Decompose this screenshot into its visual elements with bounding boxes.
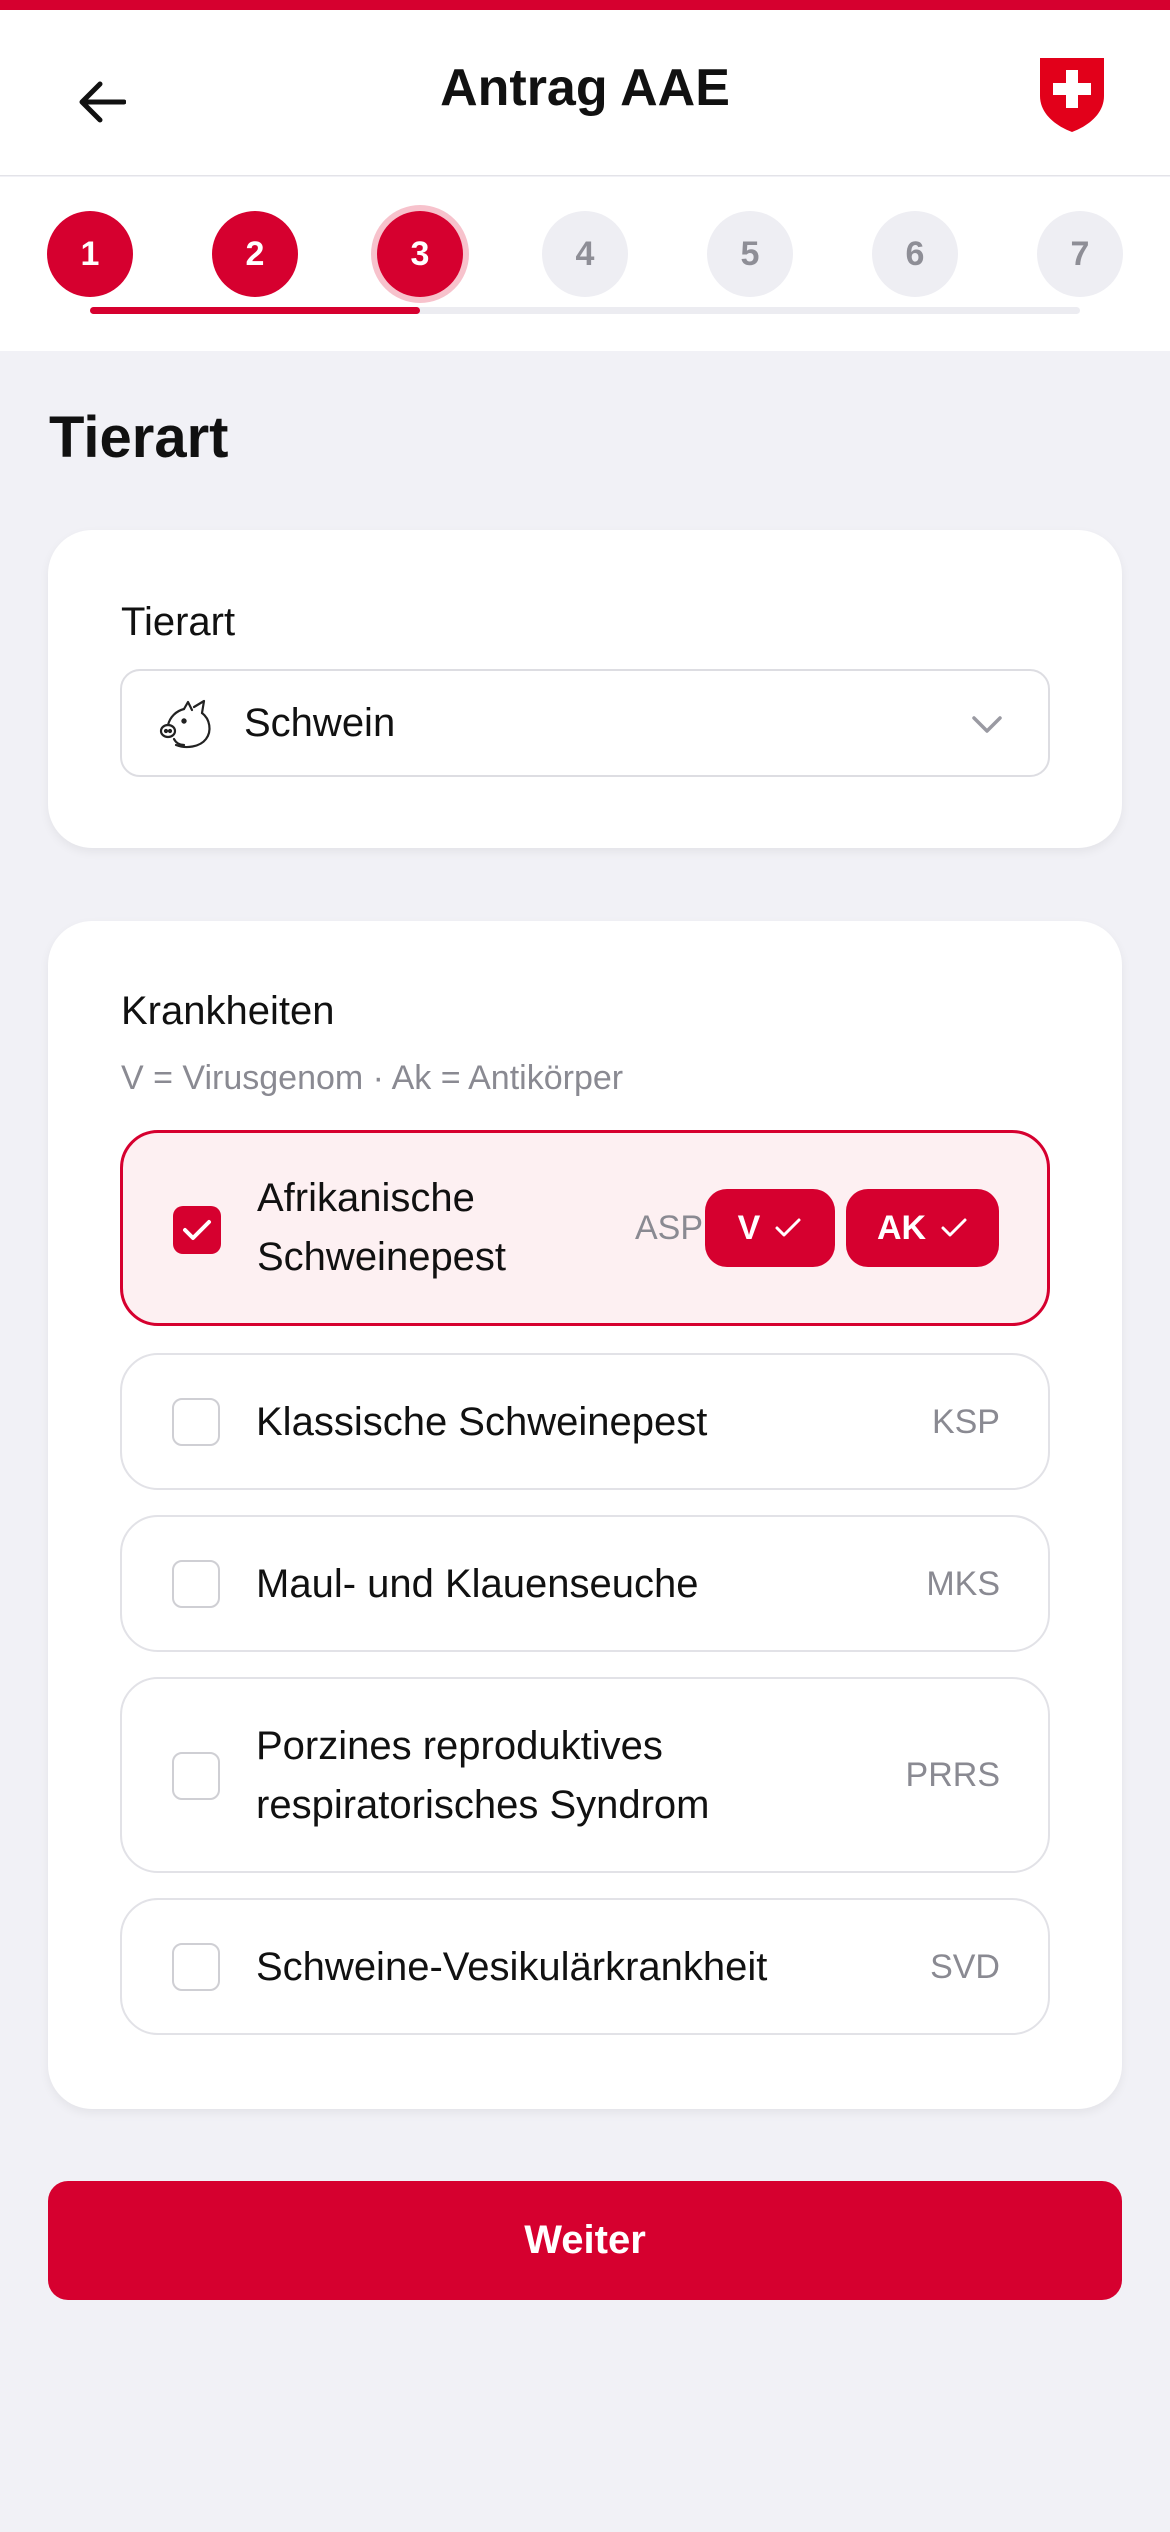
- animal-type-value: Schwein: [244, 701, 396, 745]
- disease-checkbox-ksp[interactable]: [172, 1398, 220, 1446]
- app-header: Antrag AAE: [0, 10, 1170, 176]
- swiss-cross-shield-icon: [1040, 58, 1104, 132]
- animal-type-card: Tierart Schwein: [48, 530, 1122, 848]
- disease-name-prrs: Porzines reproduktives respiratorisches …: [256, 1717, 710, 1835]
- disease-abbr-asp: ASP: [635, 1209, 704, 1247]
- disease-name-ksp: Klassische Schweinepest: [256, 1400, 708, 1444]
- disease-name-svd: Schweine-Vesikulärkrankheit: [256, 1945, 768, 1989]
- test-badge-ak[interactable]: AK: [846, 1189, 999, 1267]
- disease-item-svd[interactable]: Schweine-Vesikulärkrankheit SVD: [120, 1898, 1050, 2035]
- disease-item-prrs[interactable]: Porzines reproduktives respiratorisches …: [120, 1677, 1050, 1873]
- diseases-legend: V = Virusgenom · Ak = Antikörper: [121, 1059, 624, 1097]
- test-badge-v[interactable]: V: [705, 1189, 835, 1267]
- step-4: 4: [542, 211, 628, 297]
- top-accent-line: [0, 0, 1170, 10]
- disease-name-prrs-line1: Porzines reproduktives: [256, 1724, 663, 1768]
- progress-fill: [90, 307, 420, 314]
- page-title: Antrag AAE: [440, 59, 730, 117]
- test-badge-ak-label: AK: [876, 1208, 927, 1247]
- diseases-label: Krankheiten: [121, 989, 335, 1033]
- disease-checkbox-svd[interactable]: [172, 1943, 220, 1991]
- disease-name-asp: Afrikanische Schweinepest: [257, 1169, 506, 1287]
- disease-name-prrs-line2: respiratorisches Syndrom: [256, 1783, 710, 1827]
- animal-type-select[interactable]: Schwein: [120, 669, 1050, 777]
- section-title: Tierart: [49, 405, 229, 470]
- disease-name-asp-line1: Afrikanische: [257, 1176, 475, 1220]
- checkmark-icon: [775, 1218, 801, 1237]
- animal-type-label: Tierart: [121, 600, 236, 644]
- chevron-down-icon: [972, 716, 1002, 733]
- step-3-current[interactable]: 3: [377, 211, 463, 297]
- next-button[interactable]: Weiter: [48, 2181, 1122, 2300]
- disease-item-mks[interactable]: Maul- und Klauenseuche MKS: [120, 1515, 1050, 1652]
- disease-name-asp-line2: Schweinepest: [257, 1235, 507, 1279]
- disease-item-ksp[interactable]: Klassische Schweinepest KSP: [120, 1353, 1050, 1490]
- step-5: 5: [707, 211, 793, 297]
- disease-checkbox-prrs[interactable]: [172, 1752, 220, 1800]
- step-progress: 1 2 3 4 5 6 7: [0, 177, 1170, 351]
- checkmark-icon: [941, 1218, 967, 1237]
- disease-item-asp[interactable]: Afrikanische Schweinepest ASP V AK: [120, 1130, 1050, 1326]
- disease-checkbox-asp[interactable]: [173, 1206, 221, 1254]
- step-2[interactable]: 2: [212, 211, 298, 297]
- disease-abbr-mks: MKS: [926, 1565, 1000, 1603]
- disease-abbr-ksp: KSP: [931, 1403, 1000, 1441]
- pig-icon: [159, 699, 211, 749]
- step-1[interactable]: 1: [47, 211, 133, 297]
- checkmark-icon: [183, 1220, 211, 1240]
- step-7: 7: [1037, 211, 1123, 297]
- disease-name-mks: Maul- und Klauenseuche: [256, 1562, 699, 1606]
- diseases-card: Krankheiten V = Virusgenom · Ak = Antikö…: [48, 921, 1122, 2109]
- step-6: 6: [872, 211, 958, 297]
- disease-checkbox-mks[interactable]: [172, 1560, 220, 1608]
- test-badge-v-label: V: [737, 1208, 761, 1247]
- disease-abbr-svd: SVD: [930, 1948, 1000, 1986]
- disease-abbr-prrs: PRRS: [905, 1756, 1000, 1794]
